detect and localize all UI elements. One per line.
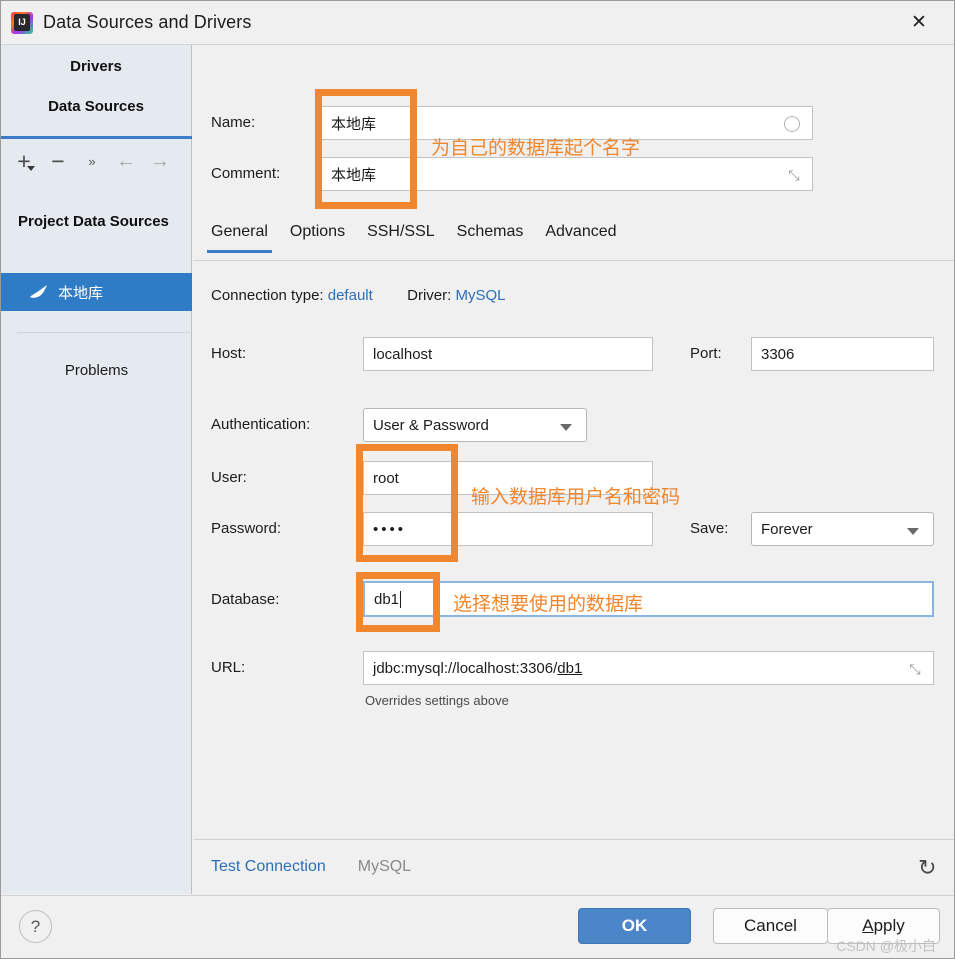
sidebar-toolbar: + − » ← →	[1, 139, 192, 183]
title-bar: Data Sources and Drivers ✕	[1, 1, 954, 45]
forward-arrow-icon[interactable]: →	[147, 148, 173, 174]
help-button[interactable]: ?	[19, 910, 52, 943]
host-input[interactable]: localhost	[363, 337, 653, 371]
tab-bar-divider	[193, 260, 954, 261]
url-label: URL:	[211, 659, 246, 676]
back-arrow-icon[interactable]: ←	[113, 148, 139, 174]
save-select[interactable]: Forever	[751, 512, 934, 546]
window-title: Data Sources and Drivers	[43, 12, 252, 32]
tab-schemas[interactable]: Schemas	[457, 223, 524, 253]
url-input[interactable]: jdbc:mysql://localhost:3306/db1 ⤡	[363, 651, 934, 685]
annotation-box-name	[315, 89, 417, 209]
user-label: User:	[211, 469, 247, 486]
comment-label: Comment:	[211, 165, 281, 182]
url-input-prefix: jdbc:mysql://localhost:3306/	[373, 659, 558, 677]
revert-icon[interactable]: ↺	[918, 855, 936, 881]
tab-advanced[interactable]: Advanced	[545, 223, 616, 253]
annotation-box-user	[356, 444, 458, 562]
test-connection-link[interactable]: Test Connection	[211, 858, 326, 876]
more-icon[interactable]: »	[79, 148, 105, 174]
watermark: CSDN @极小白	[836, 938, 936, 954]
expand-editor-icon[interactable]: ⤡	[907, 661, 923, 677]
close-icon[interactable]: ✕	[884, 1, 954, 44]
annotation-box-database	[356, 572, 440, 632]
url-input-database: db1	[557, 659, 583, 677]
port-label: Port:	[690, 345, 722, 362]
bottom-action-bar: Test Connection MySQL ↺	[193, 839, 954, 894]
sidebar-tab-data-sources[interactable]: Data Sources	[1, 98, 191, 115]
apply-mnemonic: A	[862, 916, 874, 935]
database-label: Database:	[211, 591, 280, 608]
annotation-text-database: 选择想要使用的数据库	[453, 594, 644, 615]
intellij-idea-icon	[11, 11, 33, 34]
name-label: Name:	[211, 114, 256, 131]
bottom-driver-label: MySQL	[357, 858, 412, 875]
chevron-down-icon	[560, 424, 572, 431]
add-icon[interactable]: +	[11, 148, 37, 174]
sidebar-tab-drivers[interactable]: Drivers	[1, 58, 191, 75]
authentication-select[interactable]: User & Password	[363, 408, 587, 442]
project-data-sources-header: Project Data Sources	[18, 213, 169, 230]
remove-icon[interactable]: −	[45, 148, 71, 174]
tab-ssh-ssl[interactable]: SSH/SSL	[367, 223, 435, 253]
tab-bar: General Options SSH/SSL Schemas Advanced	[193, 223, 954, 261]
tab-general[interactable]: General	[207, 223, 272, 253]
sidebar-item-label: 本地库	[58, 284, 104, 302]
status-circle-icon	[784, 116, 800, 132]
url-hint-text: Overrides settings above	[365, 693, 509, 708]
dialog-footer: ? OK Cancel Apply CSDN @极小白	[1, 895, 954, 958]
cancel-button[interactable]: Cancel	[713, 908, 828, 944]
host-input-value: localhost	[373, 345, 433, 363]
expand-editor-icon[interactable]: ⤡	[786, 167, 802, 183]
connection-type-row: Connection type: default Driver: MySQL	[211, 287, 506, 304]
sidebar-divider	[17, 332, 192, 333]
password-label: Password:	[211, 520, 282, 537]
connection-type-label: Connection type:	[211, 287, 324, 304]
ok-button[interactable]: OK	[578, 908, 691, 944]
sidebar-item-data-source[interactable]: 本地库	[1, 273, 192, 311]
authentication-value: User & Password	[373, 416, 489, 434]
database-input[interactable]: db1	[363, 581, 934, 617]
dialog-window: Data Sources and Drivers ✕ Drivers Data …	[0, 0, 955, 959]
main-panel: Name: 本地库 Comment: 本地库 ⤡ 为自己的数据库起个名字 Gen…	[193, 45, 954, 894]
annotation-text-user: 输入数据库用户名和密码	[471, 487, 681, 508]
save-value: Forever	[761, 520, 813, 538]
tab-options[interactable]: Options	[290, 223, 345, 253]
authentication-label: Authentication:	[211, 416, 311, 433]
apply-rest: pply	[873, 916, 905, 935]
chevron-down-icon	[907, 528, 919, 535]
mysql-dolphin-icon	[27, 283, 49, 301]
driver-value[interactable]: MySQL	[455, 287, 505, 304]
sidebar-tab-problems[interactable]: Problems	[1, 362, 192, 379]
driver-label: Driver:	[407, 287, 452, 304]
annotation-text-name: 为自己的数据库起个名字	[431, 138, 641, 159]
connection-type-value[interactable]: default	[328, 287, 373, 304]
sidebar: Drivers Data Sources + − » ← → Project D…	[1, 45, 192, 894]
port-input-value: 3306	[761, 345, 795, 363]
save-label: Save:	[690, 520, 729, 537]
host-label: Host:	[211, 345, 247, 362]
port-input[interactable]: 3306	[751, 337, 934, 371]
